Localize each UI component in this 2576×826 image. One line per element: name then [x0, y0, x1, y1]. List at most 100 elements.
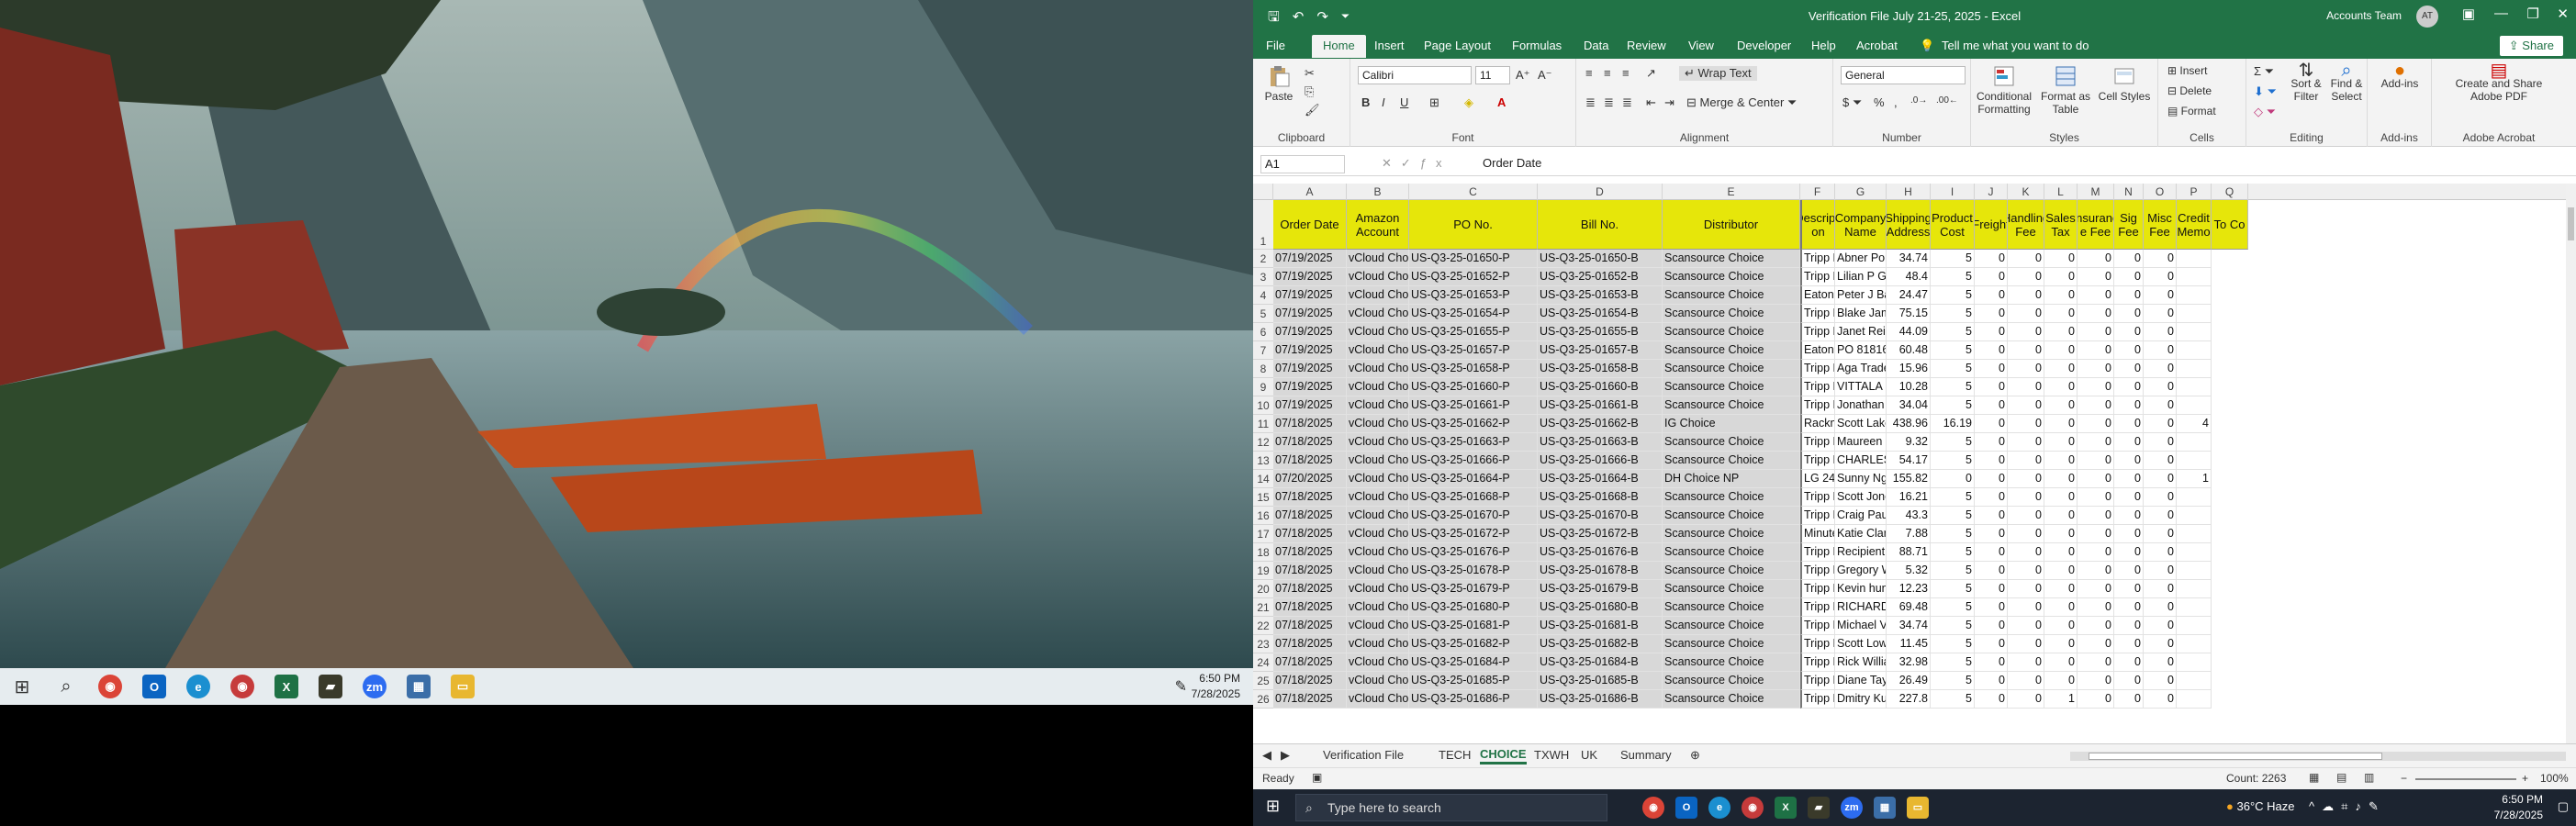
table-cell[interactable]: US-Q3-25-01681-P [1409, 617, 1538, 635]
table-cell[interactable]: 0 [2008, 286, 2044, 305]
table-cell[interactable]: 0 [1975, 470, 2008, 488]
column-title-cell[interactable]: Order Date [1273, 200, 1347, 250]
normal-view-icon[interactable]: ▦ [2309, 771, 2319, 784]
table-cell[interactable]: US-Q3-25-01686-B [1538, 690, 1663, 709]
table-cell[interactable]: 0 [2078, 396, 2114, 415]
table-cell[interactable]: vCloud Choice [1347, 635, 1409, 653]
table-cell[interactable]: PO 818164 [1835, 341, 1887, 360]
table-cell[interactable]: 5 [1931, 580, 1975, 598]
table-cell[interactable]: 0 [2044, 672, 2078, 690]
column-header[interactable]: H [1887, 184, 1931, 200]
table-cell[interactable]: 0 [2144, 690, 2177, 709]
table-cell[interactable]: 0 [2144, 268, 2177, 286]
table-cell[interactable]: 07/19/2025 [1273, 360, 1347, 378]
table-cell[interactable]: vCloud Choice [1347, 396, 1409, 415]
column-header[interactable]: D [1538, 184, 1663, 200]
table-cell[interactable]: 0 [2114, 672, 2144, 690]
table-cell[interactable]: 5 [1931, 433, 1975, 452]
share-button[interactable]: ⇪ Share [2499, 36, 2563, 56]
table-cell[interactable]: 11.45 [1887, 635, 1931, 653]
table-cell[interactable]: 5 [1931, 525, 1975, 543]
table-cell[interactable]: 0 [2044, 653, 2078, 672]
row-header[interactable]: 12 [1253, 433, 1273, 452]
table-cell[interactable]: 0 [2008, 305, 2044, 323]
table-cell[interactable]: RICHARD S [1835, 598, 1887, 617]
table-cell[interactable]: 07/19/2025 [1273, 341, 1347, 360]
cancel-icon[interactable]: ✕ [1382, 156, 1401, 170]
increase-indent-icon[interactable]: ⇥ [1664, 95, 1674, 110]
table-cell[interactable]: 5 [1931, 617, 1975, 635]
tab-review[interactable]: Review [1627, 39, 1666, 52]
table-cell[interactable]: Gregory W [1835, 562, 1887, 580]
chrome-taskbar-button[interactable]: ◉ [88, 668, 132, 705]
column-title-cell[interactable]: Misc Fee [2144, 200, 2177, 250]
table-cell[interactable]: Maureen S [1835, 433, 1887, 452]
table-cell[interactable]: Tripp Lite USB C to V [1800, 488, 1835, 507]
table-cell[interactable]: 0 [2008, 672, 2044, 690]
table-cell[interactable]: 0 [2144, 396, 2177, 415]
row-header[interactable]: 1 [1253, 200, 1273, 250]
page-layout-view-icon[interactable]: ▤ [2336, 771, 2346, 784]
chrome-profile-taskbar-button[interactable]: ◉ [220, 668, 264, 705]
table-cell[interactable]: 0 [1975, 341, 2008, 360]
table-cell[interactable]: 07/18/2025 [1273, 562, 1347, 580]
zoom-icon[interactable]: zm [1841, 797, 1863, 819]
table-cell[interactable]: 5 [1931, 286, 1975, 305]
table-cell[interactable]: 07/18/2025 [1273, 672, 1347, 690]
table-cell[interactable] [2177, 360, 2212, 378]
table-cell[interactable]: 10.28 [1887, 378, 1931, 396]
table-cell[interactable]: 43.3 [1887, 507, 1931, 525]
tab-home[interactable]: Home [1312, 35, 1366, 58]
table-cell[interactable]: Blake Jam [1835, 305, 1887, 323]
align-bottom-icon[interactable]: ≡ [1622, 66, 1630, 80]
orientation-icon[interactable]: ↗ [1646, 66, 1656, 81]
column-title-cell[interactable]: Descripti on [1800, 200, 1835, 250]
column-title-cell[interactable]: Product Cost [1931, 200, 1975, 250]
row-header[interactable]: 15 [1253, 488, 1273, 507]
table-cell[interactable]: 07/19/2025 [1273, 250, 1347, 268]
pen-icon[interactable]: ✎ [2369, 799, 2386, 813]
table-cell[interactable]: Aga Trade [1835, 360, 1887, 378]
percent-icon[interactable]: % [1874, 95, 1885, 109]
table-cell[interactable] [2177, 250, 2212, 268]
fill-icon[interactable]: ⬇ ⏷ [2254, 84, 2277, 99]
table-cell[interactable]: Rackmount IT RM-FI [1800, 415, 1835, 433]
table-cell[interactable]: 0 [2008, 396, 2044, 415]
tab-page-layout[interactable]: Page Layout [1424, 39, 1491, 52]
table-cell[interactable]: 07/18/2025 [1273, 415, 1347, 433]
column-title-cell[interactable]: Distributor [1663, 200, 1800, 250]
copy-icon[interactable]: ⎘ [1305, 84, 1314, 99]
table-cell[interactable]: US-Q3-25-01686-P [1409, 690, 1538, 709]
table-cell[interactable]: 0 [2008, 452, 2044, 470]
align-middle-icon[interactable]: ≡ [1604, 66, 1611, 80]
table-cell[interactable]: 4 [2177, 415, 2212, 433]
table-cell[interactable]: Kevin hun [1835, 580, 1887, 598]
table-cell[interactable]: 9.32 [1887, 433, 1931, 452]
add-sheet-icon[interactable]: ⊕ [1690, 748, 1700, 763]
table-cell[interactable]: 0 [1975, 488, 2008, 507]
currency-icon[interactable]: $ ⏷ [1842, 95, 1862, 110]
table-cell[interactable]: 69.48 [1887, 598, 1931, 617]
table-cell[interactable]: 0 [1975, 653, 2008, 672]
row-header[interactable]: 9 [1253, 378, 1273, 396]
table-cell[interactable]: Tripp Lite Heavy Dut [1800, 690, 1835, 709]
table-cell[interactable]: US-Q3-25-01662-P [1409, 415, 1538, 433]
table-cell[interactable]: vCloud Choice [1347, 470, 1409, 488]
excel-taskbar-button[interactable]: X [264, 668, 308, 705]
sheet-tab-txwh[interactable]: TXWH [1534, 748, 1569, 762]
table-cell[interactable]: Tripp Lite Waber 3 C [1800, 653, 1835, 672]
table-cell[interactable]: Tripp Lite 3 ft. USB 3 [1800, 635, 1835, 653]
table-cell[interactable]: 16.21 [1887, 488, 1931, 507]
table-cell[interactable]: 0 [2078, 507, 2114, 525]
table-cell[interactable]: Scansource Choice [1663, 507, 1800, 525]
table-cell[interactable]: US-Q3-25-01680-P [1409, 598, 1538, 617]
table-cell[interactable]: 0 [2008, 415, 2044, 433]
table-cell[interactable] [2177, 543, 2212, 562]
table-cell[interactable] [2177, 617, 2212, 635]
table-cell[interactable]: 0 [2144, 415, 2177, 433]
table-cell[interactable]: vCloud Choice [1347, 360, 1409, 378]
table-cell[interactable] [2177, 305, 2212, 323]
column-title-cell[interactable]: Bill No. [1538, 200, 1663, 250]
table-cell[interactable]: Tripp Lite Isobar Sur [1800, 598, 1835, 617]
paste-button[interactable]: Paste [1259, 64, 1299, 103]
